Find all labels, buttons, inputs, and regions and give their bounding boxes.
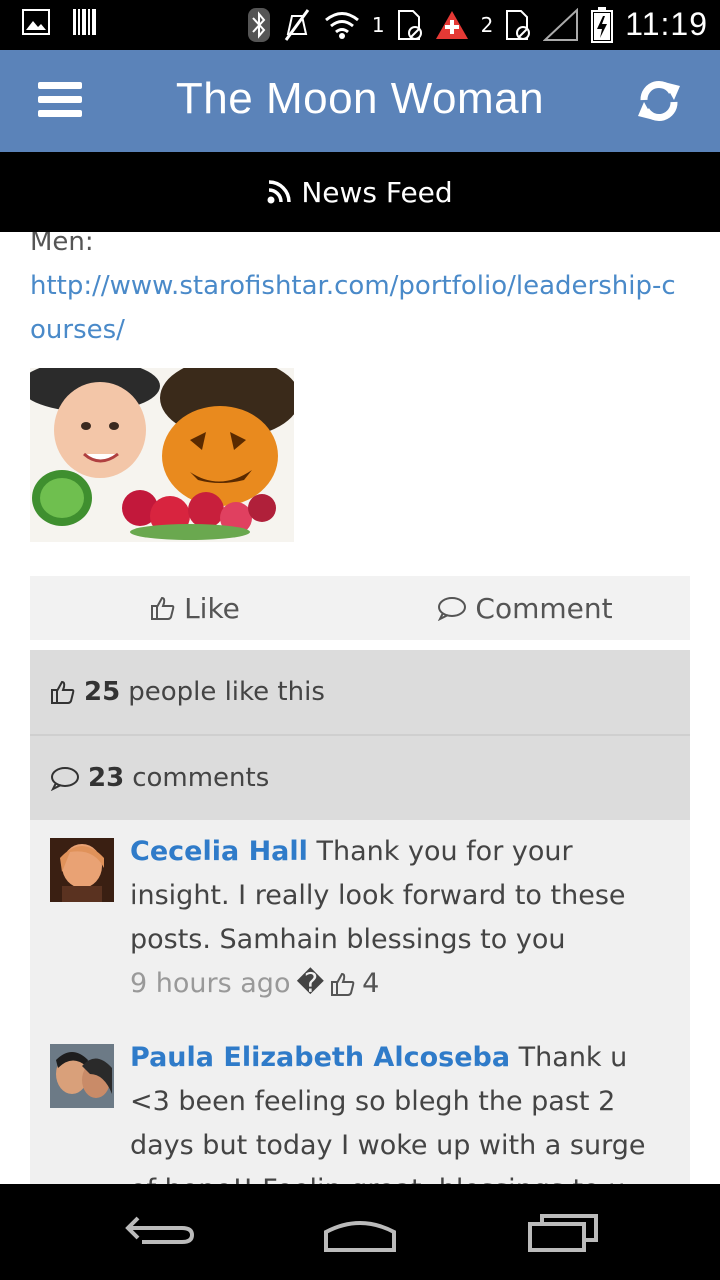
comments-count: 23 xyxy=(88,763,125,793)
barcode-notification-icon xyxy=(73,9,96,35)
signal-icon xyxy=(543,7,579,41)
post-actions: Like Comment xyxy=(30,576,690,640)
comment-meta-separator: � xyxy=(296,968,325,999)
sim2-icon xyxy=(506,9,531,40)
like-button[interactable]: Like xyxy=(30,576,360,640)
sim1-icon xyxy=(397,9,422,40)
thumbs-up-icon xyxy=(51,680,75,704)
comment-like-count: 4 xyxy=(362,968,380,999)
mute-icon xyxy=(284,8,310,41)
comment-body: Paula Elizabeth Alcoseba Thank u <3 been… xyxy=(130,1036,670,1184)
thumbs-up-icon[interactable] xyxy=(330,971,356,997)
avatar[interactable] xyxy=(50,1044,114,1108)
status-bar: 1 2 11:19 xyxy=(0,0,720,50)
news-feed-label: News Feed xyxy=(301,175,453,209)
sim1-label: 1 xyxy=(371,12,385,37)
post-text: Men: http://www.starofishtar.com/portfol… xyxy=(30,232,690,352)
rss-icon xyxy=(267,180,292,204)
clock: 11:19 xyxy=(625,6,708,42)
battery-charging-icon xyxy=(591,6,614,43)
comment-label: Comment xyxy=(475,591,613,625)
news-feed-bar[interactable]: News Feed xyxy=(0,152,720,232)
app-header: The Moon Woman xyxy=(0,50,720,152)
system-nav-bar xyxy=(0,1184,720,1280)
comment-meta: 9 hours ago � 4 xyxy=(130,962,670,1006)
sim2-label: 2 xyxy=(480,12,494,37)
wifi-icon xyxy=(324,11,359,39)
speech-bubble-icon xyxy=(438,597,467,621)
image-notification-icon xyxy=(22,9,50,35)
recent-apps-icon[interactable] xyxy=(522,1208,602,1258)
back-icon[interactable] xyxy=(120,1208,200,1258)
app-title: The Moon Woman xyxy=(175,74,545,123)
likes-summary[interactable]: 25 people like this xyxy=(30,650,690,734)
home-icon[interactable] xyxy=(320,1208,400,1258)
post-link[interactable]: http://www.starofishtar.com/portfolio/le… xyxy=(30,271,676,345)
refresh-icon[interactable] xyxy=(636,78,682,124)
speech-bubble-icon xyxy=(50,767,79,791)
bluetooth-icon xyxy=(247,7,270,42)
comment-body: Cecelia Hall Thank you for your insight.… xyxy=(130,830,670,1006)
like-label: Like xyxy=(184,591,240,625)
comment-button[interactable]: Comment xyxy=(360,576,690,640)
comments-summary[interactable]: 23 comments xyxy=(30,734,690,820)
post-image[interactable] xyxy=(30,368,294,542)
avatar[interactable] xyxy=(50,838,114,902)
comments-text: comments xyxy=(132,763,270,793)
comment-time: 9 hours ago xyxy=(130,968,291,999)
likes-count: 25 xyxy=(84,677,121,707)
comments-list: Cecelia Hall Thank you for your insight.… xyxy=(30,820,690,1184)
post-text-prefix: Men: xyxy=(30,232,94,257)
comment-author[interactable]: Cecelia Hall xyxy=(130,836,308,867)
likes-text: people like this xyxy=(128,677,325,707)
post-stats: 25 people like this 23 comments xyxy=(30,650,690,820)
feed-content[interactable]: Men: http://www.starofishtar.com/portfol… xyxy=(0,232,720,1184)
alert-icon xyxy=(435,10,468,39)
thumbs-up-icon xyxy=(151,596,175,620)
comment-author[interactable]: Paula Elizabeth Alcoseba xyxy=(130,1042,510,1073)
